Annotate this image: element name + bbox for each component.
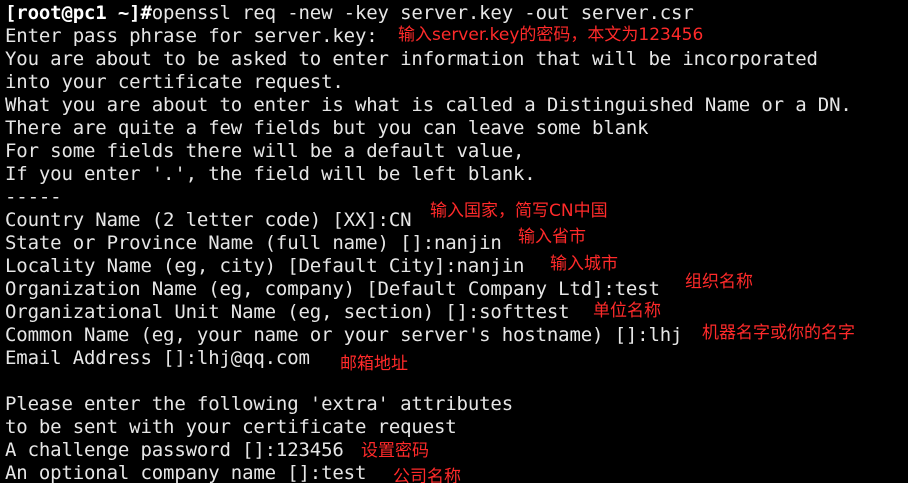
terminal-line-info-4: There are quite a few fields but you can… bbox=[5, 117, 649, 139]
annotation-common-name: 机器名字或你的名字 bbox=[702, 323, 855, 343]
shell-prompt: [root@pc1 ~]# bbox=[5, 2, 152, 24]
terminal-line-organization: Organization Name (eg, company) [Default… bbox=[5, 278, 660, 300]
annotation-organization: 组织名称 bbox=[685, 272, 753, 292]
terminal-line-info-2: into your certificate request. bbox=[5, 71, 344, 93]
annotation-challenge-password: 设置密码 bbox=[361, 441, 429, 461]
terminal-line-extra-2: to be sent with your certificate request bbox=[5, 416, 457, 438]
terminal-line-info-5: For some fields there will be a default … bbox=[5, 140, 525, 162]
terminal-line-org-unit: Organizational Unit Name (eg, section) [… bbox=[5, 301, 570, 323]
annotation-state: 输入省市 bbox=[518, 227, 586, 247]
terminal-line-pass-phrase: Enter pass phrase for server.key: bbox=[5, 25, 378, 47]
annotation-country: 输入国家，简写CN中国 bbox=[430, 201, 608, 221]
terminal-line-extra-1: Please enter the following 'extra' attri… bbox=[5, 393, 514, 415]
terminal-line-separator: ----- bbox=[5, 186, 62, 208]
terminal-line-locality: Locality Name (eg, city) [Default City]:… bbox=[5, 255, 525, 277]
annotation-company-name: 公司名称 bbox=[393, 467, 461, 483]
terminal-line-challenge-password: A challenge password []:123456 bbox=[5, 439, 344, 461]
shell-command: openssl req -new -key server.key -out se… bbox=[151, 2, 694, 24]
annotation-org-unit: 单位名称 bbox=[593, 301, 661, 321]
annotation-email: 邮箱地址 bbox=[340, 354, 408, 374]
terminal-line-country: Country Name (2 letter code) [XX]:CN bbox=[5, 209, 412, 231]
terminal-line-company-name: An optional company name []:test bbox=[5, 462, 367, 483]
terminal-line-info-6: If you enter '.', the field will be left… bbox=[5, 163, 536, 185]
terminal-window[interactable]: [root@pc1 ~]#openssl req -new -key serve… bbox=[0, 0, 908, 483]
terminal-line-info-3: What you are about to enter is what is c… bbox=[5, 94, 852, 116]
annotation-pass-phrase: 输入server.key的密码，本文为123456 bbox=[398, 25, 704, 45]
terminal-line-common-name: Common Name (eg, your name or your serve… bbox=[5, 324, 683, 346]
terminal-line-command: [root@pc1 ~]#openssl req -new -key serve… bbox=[5, 2, 694, 25]
annotation-locality: 输入城市 bbox=[550, 254, 618, 274]
terminal-line-email: Email Address []:lhj@qq.com bbox=[5, 347, 310, 369]
terminal-line-info-1: You are about to be asked to enter infor… bbox=[5, 48, 818, 70]
terminal-line-state: State or Province Name (full name) []:na… bbox=[5, 232, 502, 254]
